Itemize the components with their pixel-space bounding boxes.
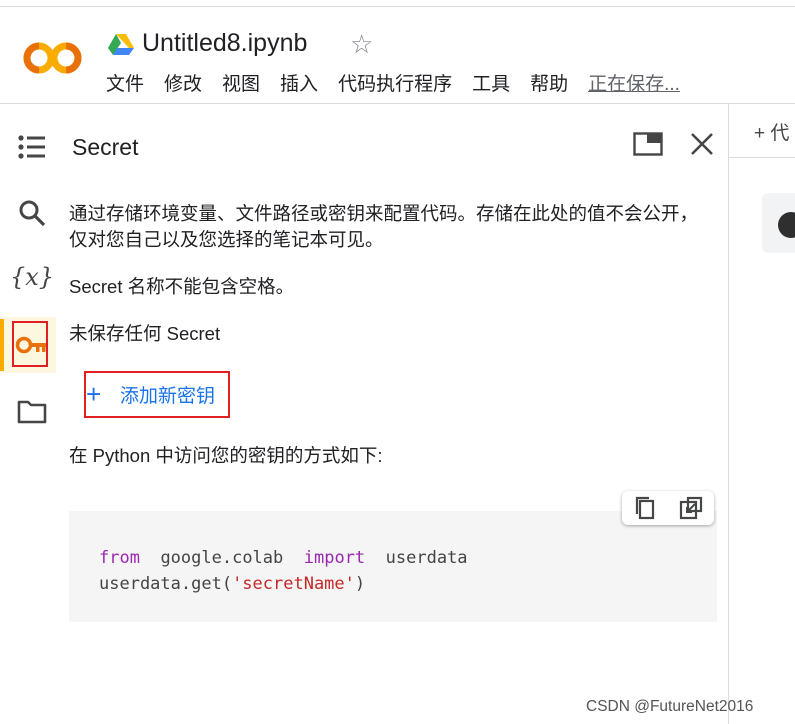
- close-icon[interactable]: [684, 126, 720, 162]
- name-rule-text: Secret 名称不能包含空格。: [69, 276, 295, 297]
- search-icon[interactable]: [14, 195, 50, 231]
- code-paren: ): [354, 574, 366, 594]
- add-secret-highlight-box: [84, 371, 230, 418]
- star-icon[interactable]: ☆: [350, 29, 373, 59]
- toolbar-divider: [729, 157, 795, 158]
- code-toolbar: [622, 491, 714, 525]
- code-keyword-from: from: [99, 548, 140, 568]
- open-in-tab-icon[interactable]: [630, 126, 666, 162]
- code-string: 'secretName': [232, 574, 355, 594]
- variables-glyph: {x}: [9, 263, 55, 291]
- menu-tools[interactable]: 工具: [472, 69, 510, 96]
- notebook-title[interactable]: Untitled8.ipynb: [142, 29, 307, 58]
- table-of-contents-icon[interactable]: [14, 129, 50, 165]
- menu-runtime[interactable]: 代码执行程序: [338, 69, 452, 96]
- menu-edit[interactable]: 修改: [164, 69, 202, 96]
- menu-file[interactable]: 文件: [106, 69, 144, 96]
- header-divider: [0, 103, 795, 104]
- code-snippet: from google.colab import userdata userda…: [69, 511, 717, 622]
- copy-icon[interactable]: [629, 492, 661, 524]
- variables-icon[interactable]: {x}: [10, 259, 54, 295]
- insert-to-notebook-icon[interactable]: [675, 492, 707, 524]
- menu-bar: 文件 修改 视图 插入 代码执行程序 工具 帮助 正在保存...: [106, 69, 680, 96]
- folder-icon[interactable]: [14, 393, 50, 429]
- menu-view[interactable]: 视图: [222, 69, 260, 96]
- google-drive-icon[interactable]: [108, 33, 134, 55]
- menu-insert[interactable]: 插入: [280, 69, 318, 96]
- panel-description: 通过存储环境变量、文件路径或密钥来配置代码。存储在此处的值不会公开，仅对您自己以…: [69, 203, 699, 250]
- active-tab-indicator: [0, 319, 4, 371]
- watermark: CSDN @FutureNet2016: [586, 698, 754, 715]
- access-info-text: 在 Python 中访问您的密钥的方式如下:: [69, 445, 383, 466]
- code-text: from google.colab import userdata userda…: [99, 545, 468, 597]
- menu-help[interactable]: 帮助: [530, 69, 568, 96]
- key-icon-highlight-box: [12, 321, 48, 367]
- code-name: userdata: [385, 548, 468, 568]
- header: Untitled8.ipynb ☆ 文件 修改 视图 插入 代码执行程序 工具 …: [0, 7, 795, 103]
- add-code-button[interactable]: + 代: [754, 118, 789, 145]
- empty-state-text: 未保存任何 Secret: [69, 323, 221, 344]
- code-keyword-import: import: [303, 548, 366, 568]
- panel-divider: [728, 104, 729, 724]
- panel-title: Secret: [72, 134, 139, 160]
- code-call: userdata.get(: [99, 574, 233, 594]
- save-status[interactable]: 正在保存...: [588, 69, 680, 96]
- code-module: google.colab: [160, 548, 284, 568]
- colab-logo[interactable]: [22, 37, 84, 79]
